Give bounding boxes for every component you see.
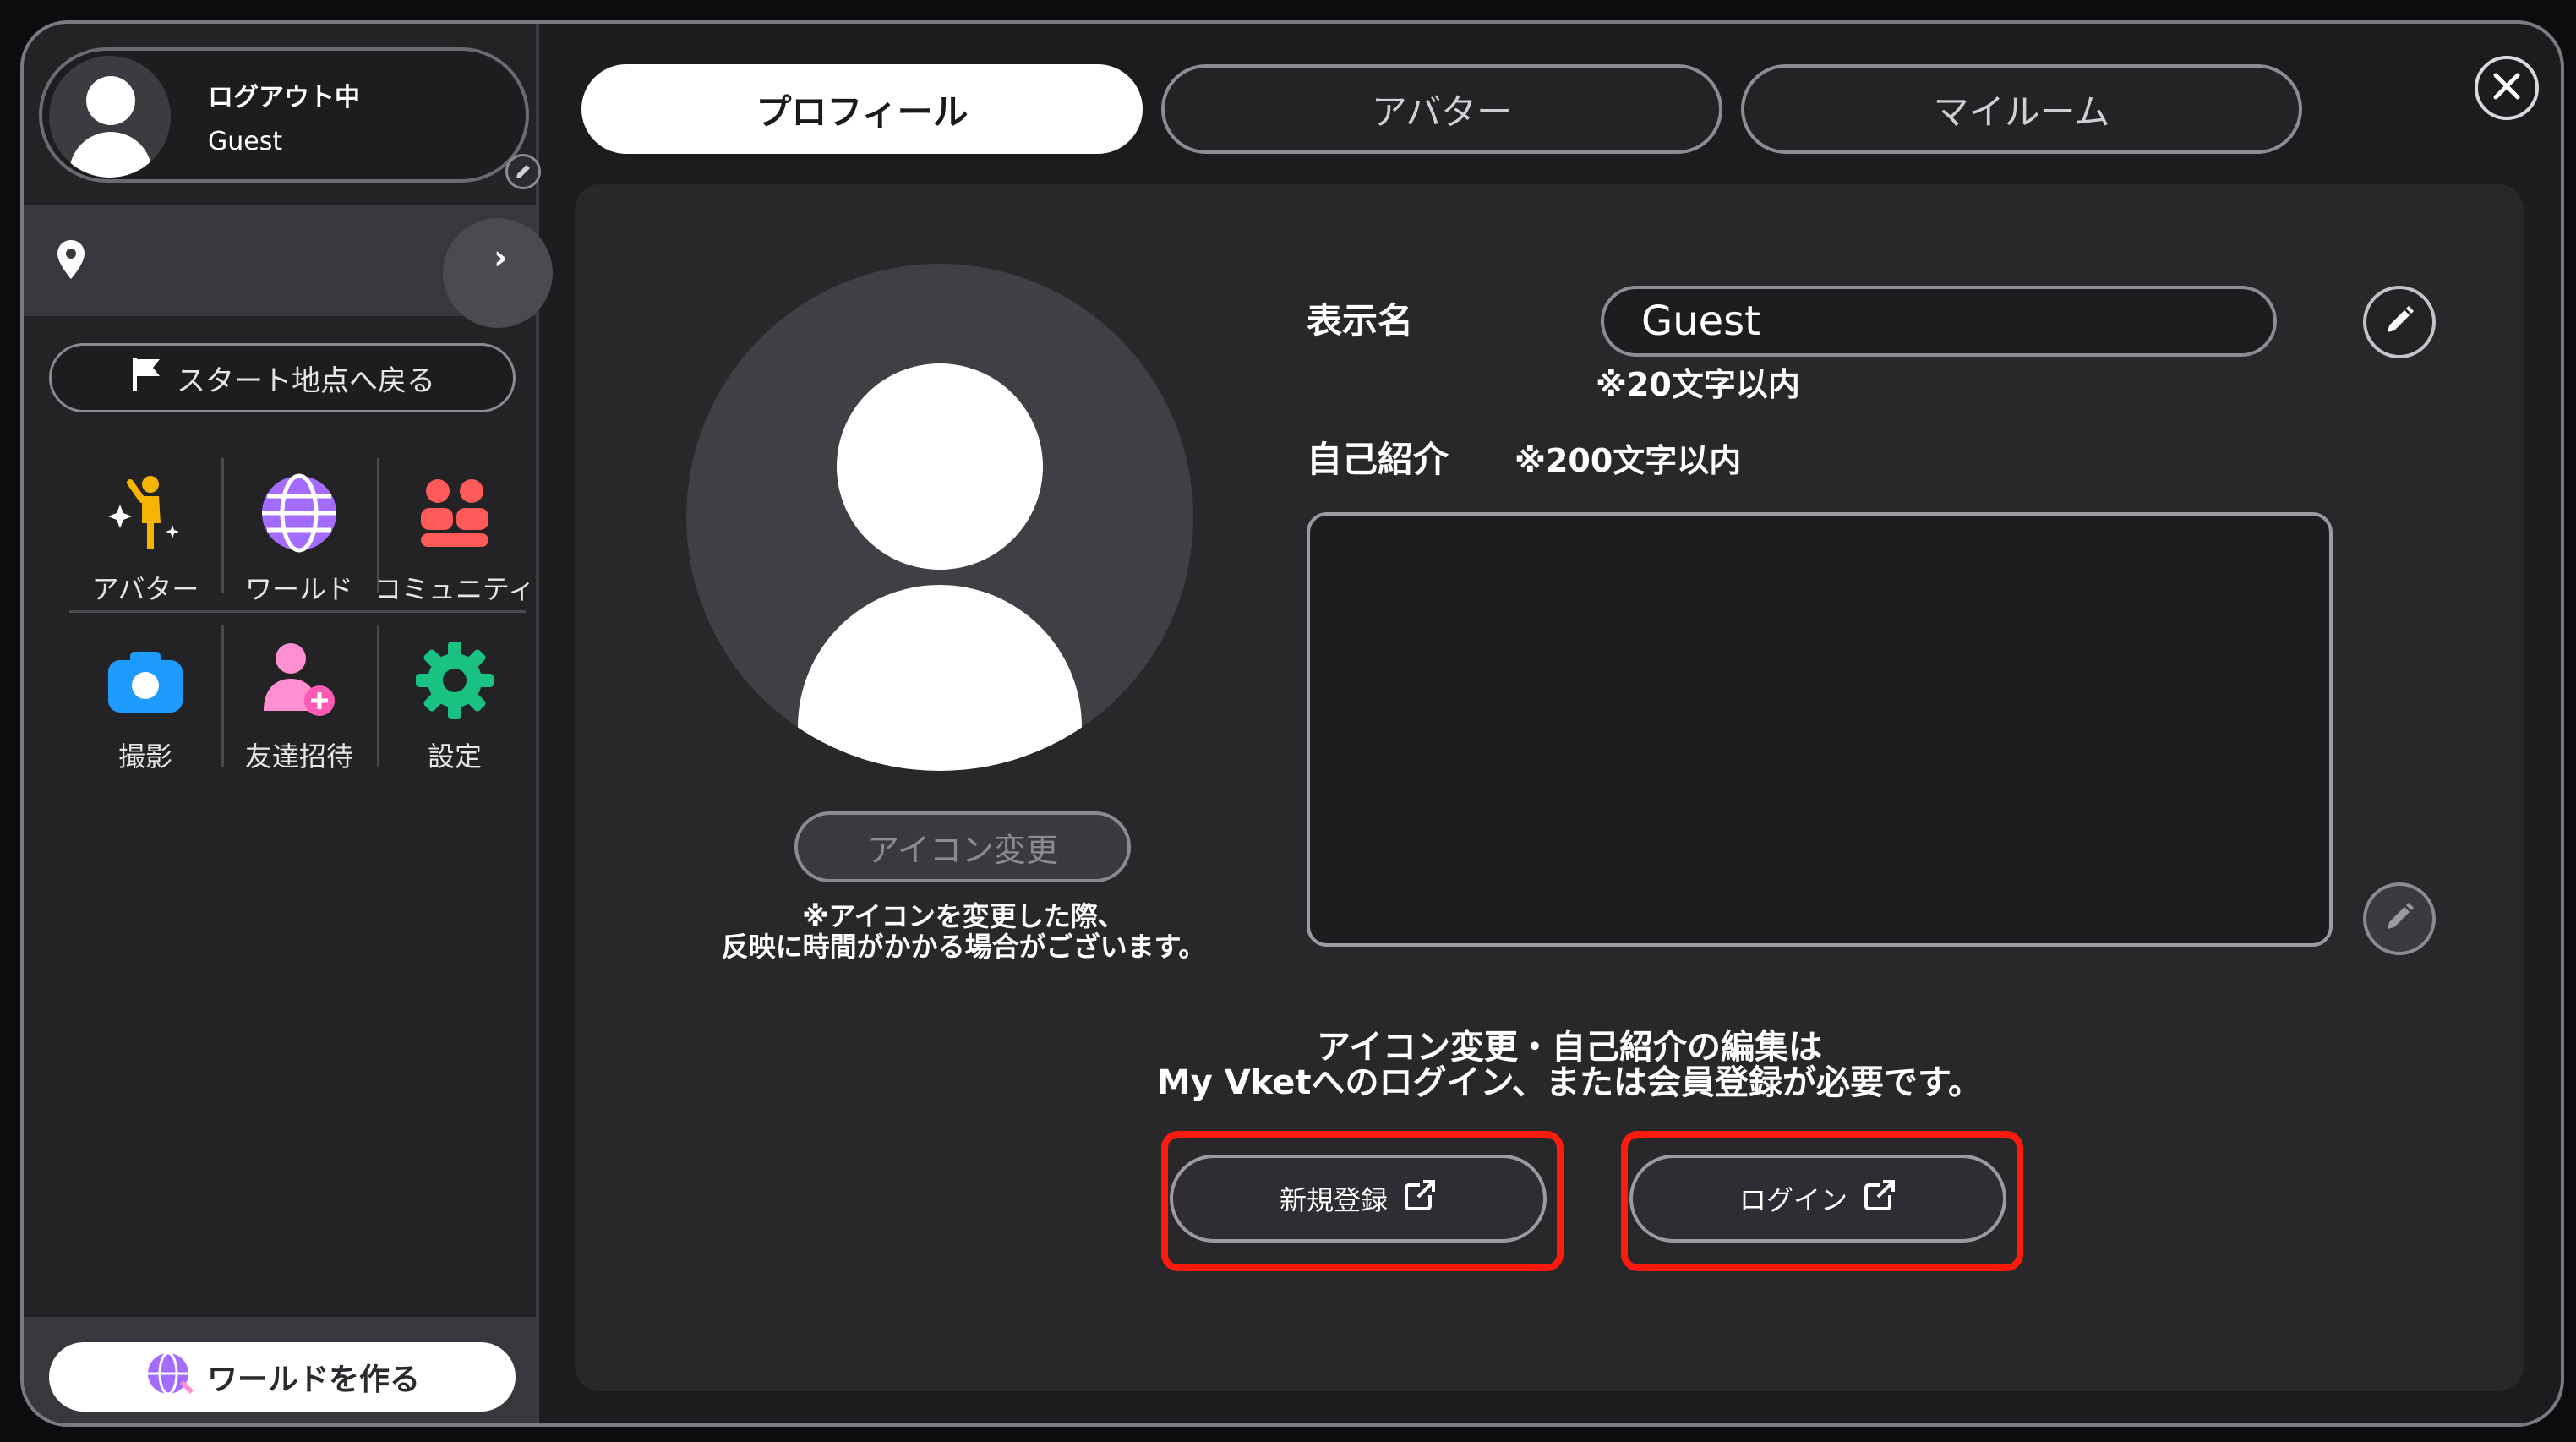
- display-name-limit-note: ※20文字以内: [1596, 366, 1800, 403]
- tab-my-room[interactable]: マイルーム: [1741, 64, 2302, 154]
- user-name: Guest: [208, 127, 283, 156]
- user-avatar: [49, 56, 171, 178]
- profile-panel: アイコン変更 ※アイコンを変更した際、 反映に時間がかかる場合がございます。 表…: [575, 184, 2524, 1391]
- pencil-icon: [2382, 303, 2416, 341]
- location-bar[interactable]: ›: [24, 205, 553, 328]
- login-button[interactable]: ログイン: [1629, 1155, 2006, 1243]
- edit-display-name-button[interactable]: [2363, 286, 2436, 358]
- register-button[interactable]: 新規登録: [1170, 1155, 1547, 1243]
- profile-window: ログアウト中 Guest › スタート地点へ戻る アバター ワールド コミュニテ…: [20, 20, 2564, 1427]
- register-label: 新規登録: [1279, 1184, 1388, 1216]
- profile-avatar-image: [686, 264, 1193, 771]
- gear-icon: [408, 634, 501, 727]
- display-name-label: 表示名: [1307, 300, 1414, 341]
- close-button[interactable]: [2475, 56, 2539, 120]
- create-world-label: ワールドを作る: [206, 1363, 420, 1397]
- menu-item-label: コミュニティ: [374, 573, 536, 605]
- return-to-start-label: スタート地点へ戻る: [177, 363, 435, 398]
- user-status: ログアウト中: [208, 83, 360, 112]
- tab-avatar[interactable]: アバター: [1161, 64, 1722, 154]
- invite-friend-icon: [253, 634, 346, 727]
- close-icon: [2492, 72, 2521, 104]
- menu-item-label: アバター: [91, 573, 199, 605]
- bio-label: 自己紹介: [1307, 439, 1449, 480]
- menu-grid: アバター ワールド コミュニティ 撮影 友達招待 設定: [44, 441, 535, 788]
- flag-icon: [129, 356, 163, 401]
- icon-change-note: ※アイコンを変更した際、 反映に時間がかかる場合がございます。: [721, 900, 1206, 963]
- bio-limit-note: ※200文字以内: [1514, 442, 1742, 479]
- create-world-button[interactable]: ワールドを作る: [49, 1342, 516, 1412]
- external-link-icon: [1863, 1178, 1897, 1219]
- menu-item-label: 友達招待: [244, 740, 353, 773]
- user-card[interactable]: ログアウト中 Guest: [39, 47, 541, 189]
- menu-item-label: 設定: [427, 740, 482, 773]
- menu-item-world[interactable]: ワールド: [223, 458, 375, 619]
- location-pin-icon: [56, 238, 86, 284]
- menu-item-label: ワールド: [244, 573, 353, 605]
- create-world-globe-icon: [145, 1350, 199, 1405]
- avatar-sparkle-icon: [99, 467, 192, 560]
- globe-icon: [253, 467, 346, 560]
- menu-item-camera[interactable]: 撮影: [69, 625, 221, 786]
- edit-bio-button[interactable]: [2363, 882, 2436, 955]
- login-label: ログイン: [1738, 1184, 1847, 1216]
- create-world-area: ワールドを作る: [24, 1317, 536, 1423]
- tab-profile[interactable]: プロフィール: [581, 64, 1143, 154]
- return-to-start-button[interactable]: スタート地点へ戻る: [49, 343, 516, 412]
- icon-change-button[interactable]: アイコン変更: [794, 811, 1131, 882]
- pencil-icon: [2382, 900, 2416, 937]
- community-icon: [408, 467, 501, 560]
- external-link-icon: [1403, 1178, 1437, 1219]
- menu-item-invite-friend[interactable]: 友達招待: [223, 625, 375, 786]
- menu-item-community[interactable]: コミュニティ: [374, 458, 535, 619]
- menu-item-avatar[interactable]: アバター: [69, 458, 221, 619]
- login-required-note: アイコン変更・自己紹介の編集は My Vketへのログイン、または会員登録が必要…: [1156, 1028, 1983, 1102]
- user-edit-icon[interactable]: [505, 154, 541, 189]
- menu-item-settings[interactable]: 設定: [379, 625, 531, 786]
- sidebar: ログアウト中 Guest › スタート地点へ戻る アバター ワールド コミュニテ…: [24, 24, 553, 1423]
- menu-item-label: 撮影: [117, 740, 172, 773]
- chevron-right-icon[interactable]: ›: [494, 238, 507, 277]
- camera-icon: [99, 634, 192, 727]
- bio-textarea[interactable]: [1307, 512, 2333, 947]
- display-name-field[interactable]: Guest: [1601, 286, 2277, 357]
